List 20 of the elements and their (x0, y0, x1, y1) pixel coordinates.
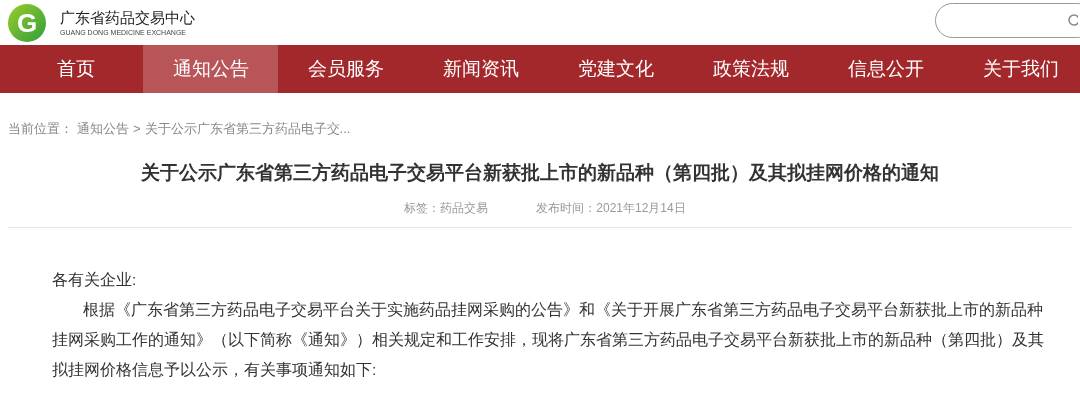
nav-tab[interactable]: 党建文化 (548, 45, 683, 93)
nav-tab[interactable]: 信息公开 (818, 45, 953, 93)
article-title: 关于公示广东省第三方药品电子交易平台新获批上市的新品种（第四批）及其拟挂网价格的通知 (140, 161, 940, 185)
nav-tab[interactable]: 政策法规 (683, 45, 818, 93)
logo-letter: G (16, 9, 38, 36)
article-tag: 标签：药品交易 (404, 199, 489, 217)
nav-tab[interactable]: 关于我们 (953, 45, 1080, 93)
search-icon (1066, 12, 1078, 29)
nav-tab[interactable]: 会员服务 (278, 45, 413, 93)
site-name: 广东省药品交易中心 (60, 7, 195, 28)
breadcrumb-separator: > (133, 120, 141, 139)
nav-tab[interactable]: 新闻资讯 (413, 45, 548, 93)
breadcrumb-label: 当前位置： (8, 120, 73, 139)
publish-date: 发布时间：2021年12月14日 (536, 200, 686, 217)
greeting: 各有关企业: (52, 270, 138, 290)
article-paragraph: 根据《广东省第三方药品电子交易平台关于实施药品挂网采购的公告》和《关于开展广东省第三方药品电子交易平台新获批上市的新品种挂网采购工作的通知》（以下简称《通知》）相关规定和工作安排，现将广东省第三方药品电子交易平台新获批上市的新品种（第四批）及其拟挂网价格信息予以公示，有关事项通知如下: (52, 300, 1044, 380)
breadcrumb-link[interactable]: 通知公告 (77, 119, 129, 139)
nav-tab[interactable]: 首页 (8, 45, 143, 93)
nav-tab[interactable]: 通知公告 (143, 45, 278, 93)
breadcrumb-link[interactable]: 关于公示广东省第三方药品电子交... (144, 119, 351, 139)
